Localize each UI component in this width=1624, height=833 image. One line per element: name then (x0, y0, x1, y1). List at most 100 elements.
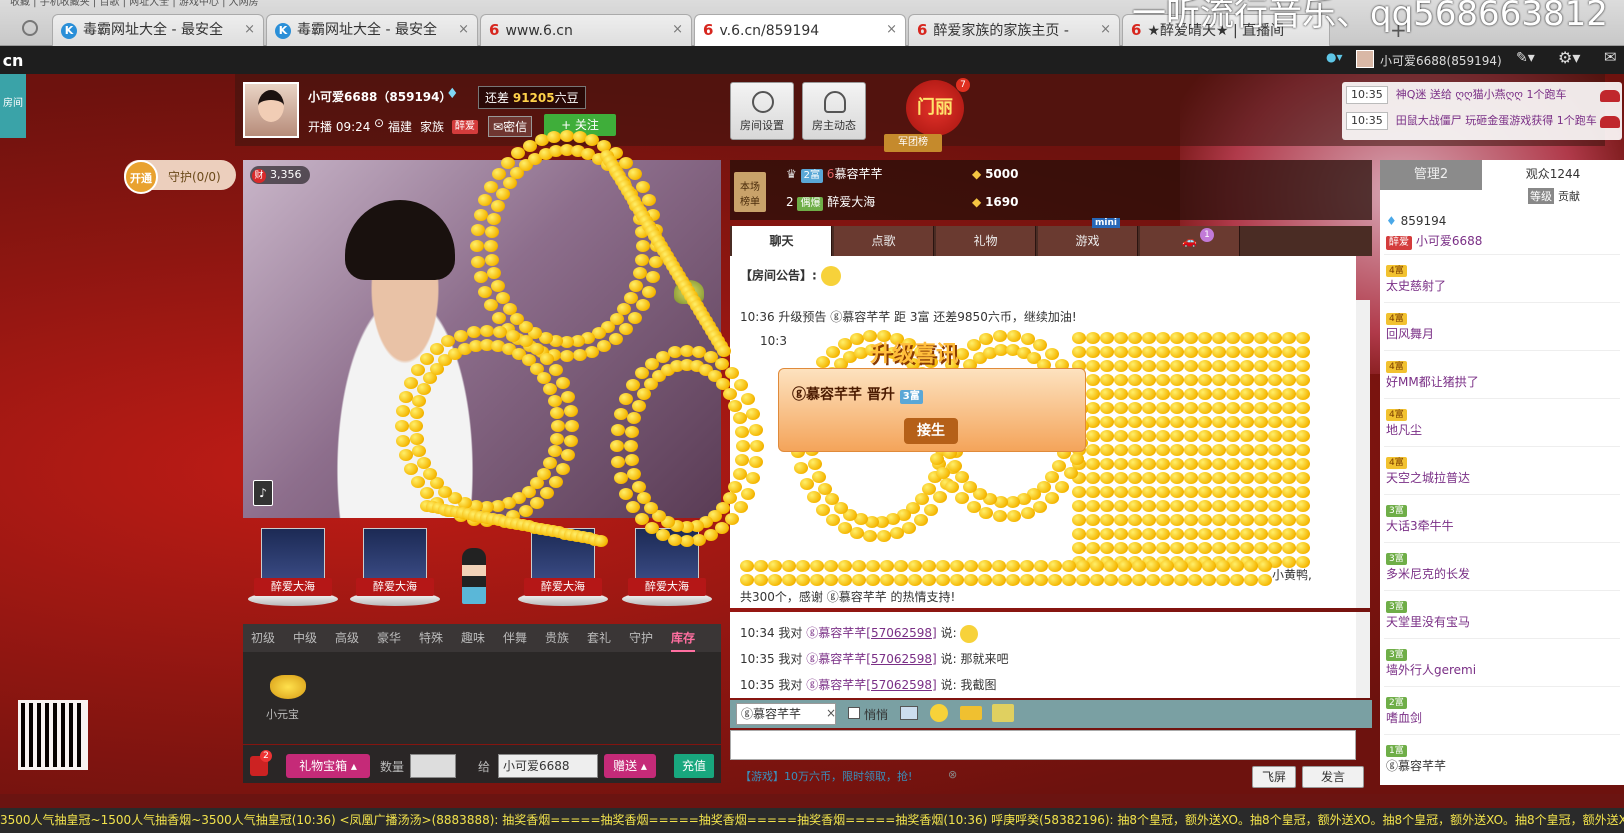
tab-1[interactable]: K 毒霸网址大全 - 最安全 × (52, 14, 264, 46)
viewer-row[interactable]: 4富 地凡尘 (1386, 406, 1422, 438)
user-avatar[interactable] (1356, 50, 1374, 68)
viewer-row[interactable]: 4富 太史慈射了 (1386, 262, 1446, 294)
tab-chat[interactable]: 聊天 (732, 226, 832, 256)
seat-1[interactable]: 醉爱大海 (248, 528, 338, 606)
notify-row[interactable]: 10:35 田鼠大战僵尸 玩砸金蛋游戏获得 1个跑车 (1342, 108, 1622, 134)
viewer-row[interactable]: 2富 嗜血剑 (1386, 694, 1422, 726)
rank-row[interactable]: 2 偶爆 醉爱大海 (786, 188, 875, 216)
close-icon[interactable]: × (886, 15, 897, 45)
close-icon[interactable]: × (1100, 15, 1111, 45)
site-logo[interactable]: cn (0, 46, 26, 74)
seat-3[interactable]: 醉爱大海 (518, 528, 608, 606)
close-icon[interactable]: × (458, 15, 469, 45)
gold-ingot-icon[interactable] (270, 675, 306, 699)
tab-2[interactable]: K 毒霸网址大全 - 最安全 × (266, 14, 478, 46)
gift-box-button[interactable]: 礼物宝箱 ▴ (286, 754, 370, 778)
edit-icon[interactable]: ✎▾ (1516, 50, 1535, 66)
gift-tab[interactable]: 特殊 (419, 624, 443, 652)
seat-2[interactable]: 醉爱大海 (350, 528, 440, 606)
host-entry[interactable]: ♦ 859194 (1386, 214, 1446, 228)
chat-input[interactable] (730, 730, 1356, 760)
tab-cars[interactable]: 🚗 (1140, 226, 1240, 256)
notify-row[interactable]: 10:35 神Q迷 送给 ღღ猫小燕ღღ 1个跑车 (1342, 82, 1622, 108)
tab-viewers[interactable]: 观众1244 (1482, 160, 1624, 190)
recharge-button[interactable]: 充值 (674, 754, 714, 778)
gift-tab[interactable]: 套礼 (587, 624, 611, 652)
viewer-row[interactable]: 4富 回风舞月 (1386, 310, 1434, 342)
clear-target-icon[interactable]: × (826, 706, 836, 720)
tab-songs[interactable]: 点歌 (834, 226, 934, 256)
send-gift-button[interactable]: 赠送 ▴ (604, 754, 656, 778)
mail-icon[interactable]: ✉ (1604, 48, 1617, 66)
viewer-row[interactable]: 4富 好MM都让猪拱了 (1386, 358, 1479, 390)
viewer-row[interactable]: 1富 ⓖ慕容芊芊 (1386, 742, 1446, 774)
host-news-button[interactable]: 房主动态 (802, 82, 866, 140)
marquee-ticker[interactable]: 3500人气抽皇冠~1500人气抽香烟~3500人气抽皇冠(10:36) <凤凰… (0, 808, 1624, 833)
qr-code[interactable] (18, 700, 88, 770)
upgrade-accept-button[interactable]: 接生 (904, 418, 958, 444)
tab-5[interactable]: 6 醉爱家族的家族主页 - × (908, 14, 1120, 46)
sort-contrib-button[interactable]: 贡献 (1558, 188, 1580, 204)
viewer-row[interactable]: 3富 多米尼克的长发 (1386, 550, 1470, 582)
guard-open-button[interactable]: 开通 (124, 160, 158, 194)
host-entry-name[interactable]: 醉爱 小可爱6688 (1386, 232, 1482, 250)
gift-tab-active[interactable]: 库存 (671, 624, 696, 652)
stamp-icon[interactable] (992, 704, 1014, 722)
microphone-icon[interactable]: ♪ (253, 480, 273, 506)
gift-tab[interactable]: 守护 (629, 624, 653, 652)
recipient-select[interactable]: 小可爱6688 (498, 754, 598, 778)
msg-user[interactable]: ⓖ慕容芊芊 (806, 652, 866, 666)
viewer-row[interactable]: 3富 大话3牵牛牛 (1386, 502, 1454, 534)
viewer-row[interactable]: 3富 天堂里没有宝马 (1386, 598, 1470, 630)
tab-3[interactable]: 6 www.6.cn × (480, 14, 692, 46)
whisper-checkbox[interactable] (848, 707, 860, 719)
viewer-row[interactable]: 4富 天空之城拉普达 (1386, 454, 1470, 486)
vip-emoji-icon[interactable] (960, 706, 982, 720)
family-tag[interactable]: 醉爱 (452, 120, 478, 134)
close-icon[interactable]: × (672, 15, 683, 45)
gate-button[interactable]: 门丽 (906, 80, 964, 136)
tab-gifts[interactable]: 礼物 (936, 226, 1036, 256)
reply-target-select[interactable]: ⓖ慕容芊芊 (736, 703, 836, 725)
msg-user[interactable]: ⓖ慕容芊芊 (806, 678, 866, 692)
gift-tab[interactable]: 高级 (335, 624, 359, 652)
gift-tab[interactable]: 中级 (293, 624, 317, 652)
smiley-icon[interactable] (930, 704, 948, 722)
to-label: 给 (478, 760, 491, 774)
gift-tab[interactable]: 豪华 (377, 624, 401, 652)
room-settings-button[interactable]: 房间设置 (730, 82, 794, 140)
rank-row[interactable]: ♛ 2富 6慕容芊芊 (786, 160, 882, 188)
user-name[interactable]: 小可爱6688(859194) (1380, 52, 1502, 69)
chat-scrollbar[interactable] (1356, 300, 1370, 608)
nav-icon[interactable] (22, 20, 38, 36)
game-tip[interactable]: 【游戏】10万六币，限时领取，抢! (740, 768, 912, 784)
msg-user-id[interactable]: [57062598] (866, 626, 936, 640)
follow-button[interactable]: + 关注 (544, 114, 616, 136)
sort-level-button[interactable]: 等级 (1528, 188, 1554, 204)
army-rank-button[interactable]: 军团榜 (884, 134, 942, 152)
private-scrollbar[interactable] (1356, 612, 1370, 698)
side-room-button[interactable]: 房间 (0, 74, 26, 138)
msg-user-id[interactable]: [57062598] (866, 678, 936, 692)
gift-tab[interactable]: 贵族 (545, 624, 569, 652)
gift-tab[interactable]: 伴舞 (503, 624, 527, 652)
seat-4[interactable]: 醉爱大海 (622, 528, 712, 606)
bell-icon[interactable]: ●▾ (1326, 50, 1343, 64)
gift-tab[interactable]: 趣味 (461, 624, 485, 652)
gift-tab[interactable]: 初级 (251, 624, 275, 652)
fly-screen-button[interactable]: 飞屏 (1252, 766, 1296, 788)
tab-games[interactable]: 游戏 (1038, 226, 1138, 256)
tab-4-active[interactable]: 6 v.6.cn/859194 × (694, 14, 906, 47)
secret-message-button[interactable]: ✉密信 (488, 116, 533, 137)
mini-car-badge[interactable]: mini (1092, 218, 1120, 228)
close-icon[interactable]: × (244, 15, 255, 45)
msg-user-id[interactable]: [57062598] (866, 652, 936, 666)
image-icon[interactable] (900, 706, 918, 720)
close-icon[interactable]: ⊗ (948, 768, 957, 781)
gear-icon[interactable]: ⚙▾ (1558, 48, 1580, 67)
send-message-button[interactable]: 发言 (1302, 766, 1364, 788)
msg-user[interactable]: ⓖ慕容芊芊 (806, 626, 866, 640)
viewer-row[interactable]: 3富 墙外行人geremi (1386, 646, 1476, 678)
quantity-input[interactable] (410, 754, 456, 778)
tab-admins[interactable]: 管理2 (1380, 160, 1482, 190)
